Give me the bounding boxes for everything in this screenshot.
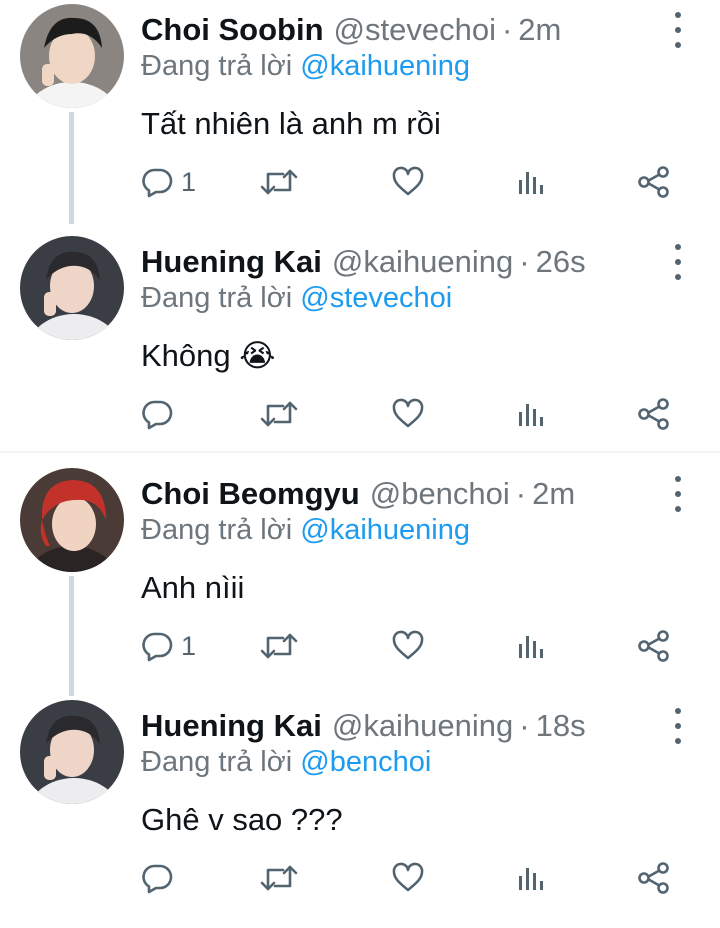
- retweet-button[interactable]: [259, 626, 299, 666]
- share-button[interactable]: [637, 162, 671, 202]
- share-button[interactable]: [637, 626, 671, 666]
- tweet[interactable]: Choi Soobin @stevechoi · 2m Đang trả lời…: [0, 0, 720, 232]
- tweet-actions: [141, 394, 701, 434]
- avatar[interactable]: [20, 4, 124, 108]
- like-button[interactable]: [391, 858, 425, 898]
- timestamp[interactable]: 18s: [536, 708, 586, 744]
- tweet-actions: 1: [141, 162, 701, 202]
- user-handle[interactable]: @kaihuening: [332, 244, 513, 280]
- view-stats-icon: [519, 636, 543, 658]
- like-button[interactable]: [391, 162, 425, 202]
- reply-button[interactable]: 1: [141, 162, 196, 202]
- tweet[interactable]: Choi Beomgyu @benchoi · 2m Đang trả lời …: [0, 464, 720, 696]
- display-name[interactable]: Choi Beomgyu: [141, 476, 360, 512]
- replying-to: Đang trả lời @kaihuening: [141, 514, 470, 547]
- thread-connector: [69, 112, 74, 224]
- timestamp[interactable]: 2m: [532, 476, 575, 512]
- tweet-text: Anh nìii: [141, 570, 245, 605]
- conversation-feed: Choi Soobin @stevechoi · 2m Đang trả lời…: [0, 0, 720, 907]
- reply-icon: [142, 632, 173, 662]
- tweet-header: Choi Beomgyu @benchoi · 2m: [141, 472, 575, 516]
- avatar[interactable]: [20, 700, 124, 804]
- view-stats-button[interactable]: [517, 394, 547, 434]
- display-name[interactable]: Choi Soobin: [141, 12, 324, 48]
- tweet-actions: 1: [141, 626, 701, 666]
- replying-prefix: Đang trả lời: [141, 50, 293, 82]
- timestamp[interactable]: 26s: [536, 244, 586, 280]
- tweet[interactable]: Huening Kai @kaihuening · 26s Đang trả l…: [0, 232, 720, 464]
- tweet-actions: [141, 858, 701, 898]
- user-handle[interactable]: @stevechoi: [334, 12, 496, 48]
- view-stats-icon: [519, 868, 543, 890]
- retweet-icon: [260, 169, 298, 195]
- tweet-header: Huening Kai @kaihuening · 26s: [141, 240, 586, 284]
- separator-dot: ·: [519, 708, 530, 743]
- more-options-icon[interactable]: [664, 476, 692, 512]
- tweet-text: Tất nhiên là anh m rồi: [141, 106, 441, 141]
- reply-icon: [142, 400, 173, 430]
- reply-button[interactable]: [141, 394, 181, 434]
- retweet-button[interactable]: [259, 394, 299, 434]
- conversation-divider: [0, 451, 720, 453]
- like-icon: [392, 398, 424, 428]
- reply-icon: [142, 864, 173, 894]
- tweet-text: Không 😭: [141, 338, 276, 373]
- reply-icon: [142, 168, 173, 198]
- tweet[interactable]: Huening Kai @kaihuening · 18s Đang trả l…: [0, 696, 720, 928]
- tweet-header: Huening Kai @kaihuening · 18s: [141, 704, 586, 748]
- user-handle[interactable]: @kaihuening: [332, 708, 513, 744]
- view-stats-icon: [519, 404, 543, 426]
- like-button[interactable]: [391, 394, 425, 434]
- share-icon: [638, 398, 669, 430]
- like-button[interactable]: [391, 626, 425, 666]
- tweet-text: Ghê v sao ???: [141, 802, 343, 837]
- view-stats-button[interactable]: [517, 858, 547, 898]
- retweet-icon: [260, 401, 298, 427]
- replying-to: Đang trả lời @kaihuening: [141, 50, 470, 83]
- more-options-icon[interactable]: [664, 244, 692, 280]
- retweet-icon: [260, 633, 298, 659]
- more-options-icon[interactable]: [664, 708, 692, 744]
- reply-count: 1: [181, 166, 197, 197]
- replying-prefix: Đang trả lời: [141, 514, 293, 546]
- like-icon: [392, 862, 424, 892]
- user-handle[interactable]: @benchoi: [370, 476, 510, 512]
- share-icon: [638, 862, 669, 894]
- retweet-button[interactable]: [259, 162, 299, 202]
- reply-button[interactable]: [141, 858, 181, 898]
- view-stats-button[interactable]: [517, 626, 547, 666]
- separator-dot: ·: [519, 244, 530, 279]
- like-icon: [392, 630, 424, 660]
- share-icon: [638, 166, 669, 198]
- display-name[interactable]: Huening Kai: [141, 244, 322, 280]
- mention-link[interactable]: @kaihuening: [300, 514, 470, 546]
- timestamp[interactable]: 2m: [518, 12, 561, 48]
- share-icon: [638, 630, 669, 662]
- separator-dot: ·: [515, 476, 527, 511]
- share-button[interactable]: [637, 394, 671, 434]
- replying-prefix: Đang trả lời: [141, 282, 293, 314]
- tweet-header: Choi Soobin @stevechoi · 2m: [141, 8, 561, 52]
- reply-count: 1: [181, 630, 197, 661]
- view-stats-icon: [519, 172, 543, 194]
- more-options-icon[interactable]: [664, 12, 692, 48]
- mention-link[interactable]: @stevechoi: [300, 282, 452, 314]
- separator-dot: ·: [501, 12, 513, 47]
- replying-prefix: Đang trả lời: [141, 746, 293, 778]
- reply-button[interactable]: 1: [141, 626, 196, 666]
- retweet-button[interactable]: [259, 858, 299, 898]
- display-name[interactable]: Huening Kai: [141, 708, 322, 744]
- like-icon: [392, 166, 424, 196]
- view-stats-button[interactable]: [517, 162, 547, 202]
- mention-link[interactable]: @benchoi: [300, 746, 431, 778]
- mention-link[interactable]: @kaihuening: [300, 50, 470, 82]
- retweet-icon: [260, 865, 298, 891]
- share-button[interactable]: [637, 858, 671, 898]
- thread-connector: [69, 576, 74, 696]
- avatar[interactable]: [20, 468, 124, 572]
- avatar[interactable]: [20, 236, 124, 340]
- replying-to: Đang trả lời @benchoi: [141, 746, 431, 779]
- replying-to: Đang trả lời @stevechoi: [141, 282, 452, 315]
